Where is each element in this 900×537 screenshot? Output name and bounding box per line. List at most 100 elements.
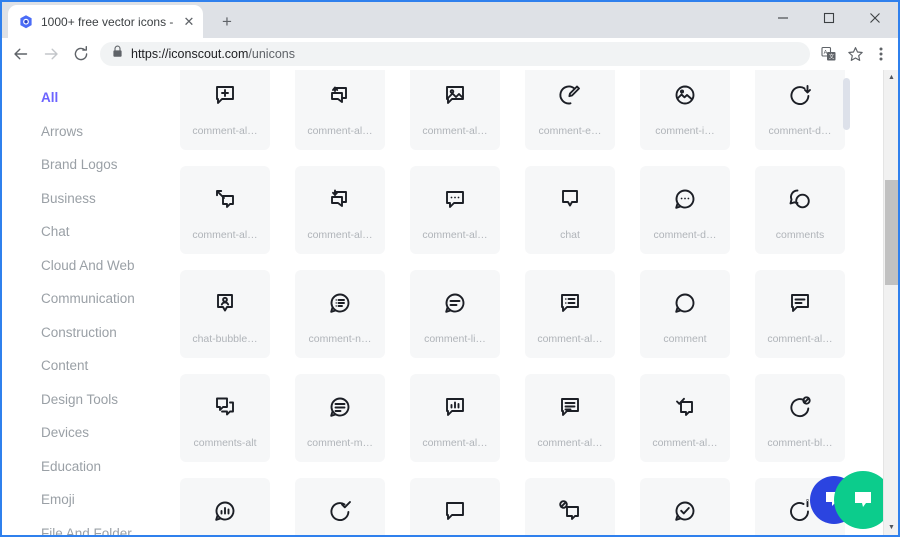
url-path: /unicons bbox=[248, 47, 295, 61]
comment-alt-dots-icon bbox=[442, 186, 468, 212]
sidebar-item-design-tools[interactable]: Design Tools bbox=[2, 383, 177, 417]
comment-icon bbox=[672, 290, 698, 316]
icon-card[interactable]: comment-al… bbox=[410, 70, 500, 150]
address-bar[interactable]: https://iconscout.com/unicons bbox=[100, 42, 810, 66]
sidebar-item-construction[interactable]: Construction bbox=[2, 316, 177, 350]
icon-label: comment-al… bbox=[652, 437, 718, 449]
tab-strip: 1000+ free vector icons - Unic ✕ + bbox=[2, 2, 898, 38]
new-tab-button[interactable]: + bbox=[213, 7, 241, 35]
scroll-up-arrow-icon[interactable]: ▲ bbox=[884, 70, 898, 85]
icon-card[interactable]: comments bbox=[755, 166, 845, 254]
icon-card[interactable]: comment-al… bbox=[180, 166, 270, 254]
sidebar-item-label: Communication bbox=[41, 291, 135, 307]
comment-alt-message-icon bbox=[787, 290, 813, 316]
sidebar-item-devices[interactable]: Devices bbox=[2, 416, 177, 450]
icon-card[interactable]: comment-li… bbox=[410, 270, 500, 358]
icon-card[interactable]: comments-alt bbox=[180, 374, 270, 462]
bookmark-star-icon[interactable] bbox=[842, 41, 868, 67]
icon-card[interactable]: comment-al… bbox=[180, 70, 270, 150]
icon-card[interactable]: comment-al… bbox=[525, 270, 615, 358]
sidebar-item-business[interactable]: Business bbox=[2, 182, 177, 216]
category-sidebar: All Arrows Brand Logos Business Chat Clo… bbox=[2, 70, 177, 535]
sidebar-item-label: Arrows bbox=[41, 123, 84, 139]
icon-card[interactable]: comment-bl… bbox=[755, 374, 845, 462]
sidebar-item-label: Content bbox=[41, 358, 89, 374]
icon-card[interactable]: comment-e… bbox=[525, 70, 615, 150]
icon-card[interactable]: comment-c… bbox=[295, 478, 385, 535]
sidebar-item-education[interactable]: Education bbox=[2, 450, 177, 484]
icon-card[interactable]: comment-al… bbox=[525, 478, 615, 535]
comment-image-icon bbox=[672, 82, 698, 108]
browser-window: 1000+ free vector icons - Unic ✕ + bbox=[0, 0, 900, 537]
sidebar-item-emoji[interactable]: Emoji bbox=[2, 483, 177, 517]
comment-alt-chart-icon bbox=[442, 394, 468, 420]
icon-card[interactable]: comment-n… bbox=[295, 270, 385, 358]
comment-block-icon bbox=[787, 394, 813, 420]
icon-card[interactable]: comment bbox=[640, 270, 730, 358]
comment-alt-lines2-icon bbox=[557, 394, 583, 420]
icon-label: comment-al… bbox=[537, 437, 603, 449]
icon-card[interactable]: comment-c… bbox=[180, 478, 270, 535]
url-scheme-host: https://iconscout.com bbox=[131, 47, 249, 61]
sidebar-item-label: File And Folder bbox=[41, 525, 132, 535]
icon-card[interactable]: comment-al… bbox=[295, 70, 385, 150]
comment-alt-lines-icon bbox=[557, 290, 583, 316]
icon-label: comment-al… bbox=[192, 229, 258, 241]
sidebar-item-cloud-and-web[interactable]: Cloud And Web bbox=[2, 249, 177, 283]
browser-tab[interactable]: 1000+ free vector icons - Unic ✕ bbox=[8, 5, 203, 38]
icon-card[interactable]: comment-al… bbox=[640, 374, 730, 462]
scroll-down-arrow-icon[interactable]: ▼ bbox=[884, 520, 898, 535]
sidebar-item-brand-logos[interactable]: Brand Logos bbox=[2, 148, 177, 182]
maximize-icon[interactable] bbox=[806, 2, 852, 34]
icon-card[interactable]: comment-d… bbox=[755, 70, 845, 150]
comment-alt-plus-icon bbox=[212, 82, 238, 108]
icon-card[interactable]: comment-al… bbox=[295, 166, 385, 254]
icon-card[interactable]: chat bbox=[525, 166, 615, 254]
comments-alt-icon bbox=[212, 394, 238, 420]
sidebar-item-communication[interactable]: Communication bbox=[2, 282, 177, 316]
sidebar-item-arrows[interactable]: Arrows bbox=[2, 115, 177, 149]
sidebar-item-content[interactable]: Content bbox=[2, 349, 177, 383]
page-scrollbar[interactable] bbox=[843, 70, 850, 535]
reload-icon[interactable] bbox=[66, 40, 96, 68]
window-controls bbox=[760, 2, 898, 34]
sidebar-item-label: Business bbox=[41, 190, 96, 206]
close-icon[interactable] bbox=[852, 2, 898, 34]
icon-card[interactable]: comment-v… bbox=[640, 478, 730, 535]
icon-label: comment-al… bbox=[307, 125, 373, 137]
browser-scrollbar-thumb[interactable] bbox=[885, 180, 898, 285]
minimize-icon[interactable] bbox=[760, 2, 806, 34]
sidebar-item-file-and-folder[interactable]: File And Folder bbox=[2, 517, 177, 535]
icon-label: comment-al… bbox=[422, 125, 488, 137]
icon-label: comment-al… bbox=[422, 229, 488, 241]
icon-card[interactable]: chat-bubble… bbox=[180, 270, 270, 358]
sidebar-item-all[interactable]: All bbox=[2, 81, 177, 115]
icon-label: comment-li… bbox=[424, 333, 486, 345]
comment-alt-edit-icon bbox=[212, 186, 238, 212]
icon-label: comment-d… bbox=[653, 229, 717, 241]
svg-text:文: 文 bbox=[829, 53, 835, 61]
browser-menu-icon[interactable] bbox=[868, 41, 894, 67]
sidebar-item-label: Emoji bbox=[41, 492, 75, 508]
comment-message-icon bbox=[327, 394, 353, 420]
icon-card[interactable]: comment-d… bbox=[640, 166, 730, 254]
iconscout-logo-icon bbox=[18, 14, 34, 30]
icon-label: comment bbox=[663, 333, 707, 345]
icon-label: comment-al… bbox=[192, 125, 258, 137]
icon-card[interactable]: comment-alt bbox=[410, 478, 500, 535]
sidebar-item-label: Education bbox=[41, 458, 102, 474]
icon-label: comment-e… bbox=[538, 125, 602, 137]
icon-card[interactable]: comment-al… bbox=[410, 166, 500, 254]
page-content: All Arrows Brand Logos Business Chat Clo… bbox=[2, 70, 898, 535]
icon-card[interactable]: comment-al… bbox=[525, 374, 615, 462]
icon-card[interactable]: comment-m… bbox=[295, 374, 385, 462]
sidebar-item-chat[interactable]: Chat bbox=[2, 215, 177, 249]
page-scrollbar-thumb[interactable] bbox=[843, 78, 850, 130]
translate-icon[interactable]: A 文 bbox=[816, 41, 842, 67]
browser-scrollbar[interactable]: ▲ ▼ bbox=[883, 70, 898, 535]
icon-card[interactable]: comment-al… bbox=[410, 374, 500, 462]
icon-card[interactable]: comment-i… bbox=[640, 70, 730, 150]
back-arrow-icon[interactable] bbox=[6, 40, 36, 68]
icon-card[interactable]: comment-al… bbox=[755, 270, 845, 358]
close-icon[interactable]: ✕ bbox=[181, 14, 197, 30]
